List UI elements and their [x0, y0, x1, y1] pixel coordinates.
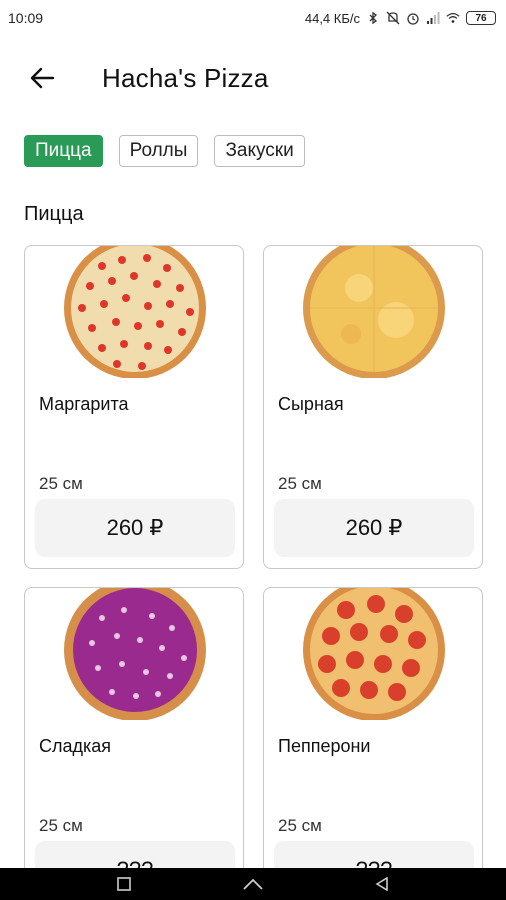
- back-nav-button[interactable]: [367, 872, 397, 896]
- pizza-sweet-image: [64, 588, 206, 720]
- product-size: 25 см: [278, 816, 322, 835]
- back-nav-icon: [375, 877, 388, 891]
- pizza-pepperoni-image: [303, 588, 445, 720]
- recent-apps-icon: [117, 877, 132, 891]
- battery-icon: 76: [466, 11, 496, 25]
- home-button[interactable]: [238, 872, 268, 896]
- category-chips: Пицца Роллы Закуски: [24, 135, 305, 167]
- chip-snacks[interactable]: Закуски: [214, 135, 305, 167]
- signal-icon: [427, 12, 440, 24]
- price-button[interactable]: 260 ₽: [35, 499, 235, 557]
- page-title: Hacha's Pizza: [102, 62, 269, 93]
- status-time: 10:09: [8, 10, 44, 26]
- pizza-cheese-image: [303, 246, 445, 378]
- product-name: Сырная: [278, 394, 344, 414]
- product-card[interactable]: Маргарита 25 см 260 ₽: [24, 245, 244, 569]
- product-name: Сладкая: [39, 736, 112, 756]
- wifi-icon: [446, 13, 460, 23]
- status-bar: 10:09 44,4 КБ/с 76: [0, 0, 506, 36]
- mute-icon: [386, 11, 400, 25]
- product-name: Маргарита: [39, 394, 129, 414]
- chip-rolls[interactable]: Роллы: [118, 135, 199, 167]
- product-card[interactable]: Сладкая 25 см ???: [24, 587, 244, 900]
- product-size: 25 см: [39, 474, 83, 493]
- home-icon: [243, 878, 263, 890]
- price-button[interactable]: 260 ₽: [274, 499, 474, 557]
- pizza-margherita-image: [64, 246, 206, 378]
- product-card[interactable]: Сырная 25 см 260 ₽: [263, 245, 483, 569]
- product-grid: Маргарита 25 см 260 ₽ Сырная 25 см 260 ₽: [24, 245, 484, 900]
- chip-pizza[interactable]: Пицца: [24, 135, 103, 167]
- product-name: Пепперони: [278, 736, 371, 756]
- product-card[interactable]: Пепперони 25 см ???: [263, 587, 483, 900]
- back-button[interactable]: [22, 58, 62, 98]
- system-nav-bar: [0, 868, 506, 900]
- screen: 10:09 44,4 КБ/с 76 Hacha's Pizza Пицца Р…: [0, 0, 506, 900]
- status-icons: 44,4 КБ/с 76: [305, 11, 496, 26]
- back-arrow-icon: [30, 67, 55, 89]
- network-speed: 44,4 КБ/с: [304, 10, 360, 26]
- product-size: 25 см: [39, 816, 83, 835]
- alarm-icon: [407, 13, 419, 25]
- bluetooth-icon: [369, 11, 378, 25]
- app-bar: Hacha's Pizza: [0, 50, 506, 106]
- section-title: Пицца: [24, 203, 84, 225]
- product-size: 25 см: [278, 474, 322, 493]
- recent-apps-button[interactable]: [109, 872, 139, 896]
